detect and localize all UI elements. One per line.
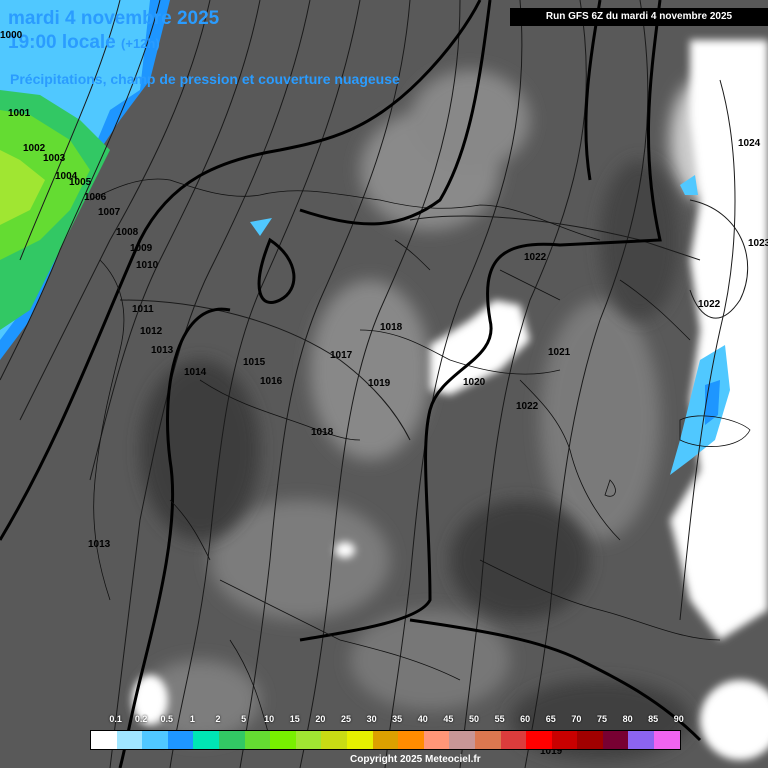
run-info: Run GFS 6Z du mardi 4 novembre 2025 — [510, 8, 768, 26]
legend-swatch — [295, 731, 322, 749]
legend-swatch — [474, 731, 501, 749]
legend-swatch — [270, 731, 296, 749]
forecast-date: mardi 4 novembre 2025 — [8, 8, 220, 29]
isobar-label: 1009 — [130, 243, 153, 254]
legend-swatch — [142, 731, 168, 749]
legend-swatch — [628, 731, 655, 749]
isobar-label: 1021 — [548, 347, 571, 358]
legend-color-bar — [90, 730, 681, 750]
isobar-label: 1018 — [311, 427, 334, 438]
isobar-label: 1010 — [136, 260, 159, 271]
legend-swatch — [654, 731, 680, 749]
legend-swatch — [193, 731, 219, 749]
legend-swatch — [116, 731, 143, 749]
legend-label: 20 — [315, 714, 326, 724]
isobar-label: 1007 — [98, 207, 121, 218]
legend-swatch — [398, 731, 424, 749]
isobar-label: 1005 — [69, 177, 92, 188]
legend-label: 70 — [571, 714, 582, 724]
legend-label: 1 — [189, 714, 195, 724]
isobar-label: 1019 — [368, 378, 391, 389]
isobar-label: 1022 — [516, 401, 539, 412]
legend-label: 0.1 — [109, 714, 122, 724]
copyright: Copyright 2025 Meteociel.fr — [350, 754, 481, 765]
isobar-label: 1024 — [738, 138, 761, 149]
legend-label: 80 — [622, 714, 633, 724]
weather-map: mardi 4 novembre 2025 19:00 locale (+12h… — [0, 0, 768, 768]
isobar-label: 1008 — [116, 227, 139, 238]
isobar-label: 1011 — [132, 304, 154, 315]
legend-swatch — [167, 731, 194, 749]
isobar-label: 1012 — [140, 326, 163, 337]
legend-swatch — [244, 731, 271, 749]
legend-label: 45 — [443, 714, 454, 724]
isobar-label: 1002 — [23, 143, 46, 154]
isobar-label: 1014 — [184, 367, 207, 378]
legend-label: 35 — [392, 714, 403, 724]
legend-swatch — [423, 731, 450, 749]
legend-label: 50 — [468, 714, 479, 724]
isobar-label: 1001 — [8, 108, 31, 119]
isobar-label: 1003 — [43, 153, 66, 164]
legend-label: 2 — [215, 714, 221, 724]
legend-label: 30 — [366, 714, 377, 724]
legend-swatch — [346, 731, 373, 749]
isobar-label: 1000 — [0, 30, 23, 41]
isobar-label: 1013 — [88, 539, 111, 550]
legend-label: 0.2 — [134, 714, 148, 724]
isobar-label: 1022 — [524, 252, 547, 263]
legend-label: 25 — [340, 714, 351, 724]
isobar-label: 1013 — [151, 345, 174, 356]
legend-swatch — [577, 731, 603, 749]
isobar-label: 1015 — [243, 357, 266, 368]
legend-swatch — [500, 731, 527, 749]
forecast-time: 19:00 locale (+12h) — [8, 33, 160, 54]
isobar-label: 1023 — [748, 238, 768, 249]
legend-label: 75 — [596, 714, 607, 724]
isobar-label: 1016 — [260, 376, 283, 387]
legend-label: 10 — [264, 714, 275, 724]
map-subtitle: Précipitations, champ de pression et cou… — [10, 71, 400, 87]
legend-swatch — [449, 731, 475, 749]
legend-swatch — [321, 731, 347, 749]
legend-swatch — [372, 731, 399, 749]
legend-swatch — [602, 731, 629, 749]
isobar-label: 1018 — [380, 322, 403, 333]
legend-swatch — [218, 731, 245, 749]
isobar-label: 1006 — [84, 192, 107, 203]
legend-label: 65 — [545, 714, 556, 724]
legend-label: 40 — [417, 714, 428, 724]
legend-label: 90 — [673, 714, 684, 724]
legend-label: 5 — [241, 714, 247, 724]
legend-label: 15 — [289, 714, 300, 724]
isobar-label: 1017 — [330, 350, 353, 361]
legend-swatch — [91, 731, 117, 749]
forecast-offset: (+12h) — [121, 36, 160, 51]
legend-label: 55 — [494, 714, 505, 724]
isobar-label: 1022 — [698, 299, 721, 310]
forecast-time-label: 19:00 locale — [8, 32, 116, 53]
legend-swatch — [551, 731, 578, 749]
legend-label: 60 — [520, 714, 531, 724]
legend-label: 0.5 — [160, 714, 174, 724]
legend-label: 85 — [648, 714, 659, 724]
isobar-label: 1020 — [463, 377, 486, 388]
legend-swatch — [526, 731, 552, 749]
